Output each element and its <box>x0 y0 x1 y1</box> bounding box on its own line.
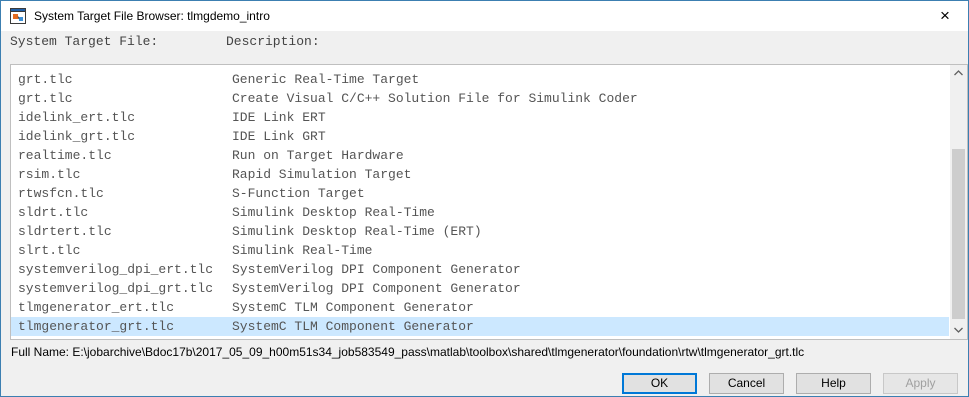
target-file-list[interactable]: grt.tlc Generic Real-Time Target grt.tlc Cr… <box>10 64 968 340</box>
list-item[interactable]: rsim.tlc Rapid Simulation Target <box>11 165 949 184</box>
list-item-description: IDE Link ERT <box>232 110 326 125</box>
list-item-file: rsim.tlc <box>18 167 81 182</box>
list-item-description: S-Function Target <box>232 186 365 201</box>
list-item-description: Simulink Real-Time <box>232 243 373 258</box>
list-item-description: Run on Target Hardware <box>232 148 404 163</box>
column-header-row: System Target File: Description: <box>10 31 968 53</box>
help-button[interactable]: Help <box>796 373 871 394</box>
list-item-file: tlmgenerator_ert.tlc <box>18 300 175 315</box>
scroll-up-button[interactable] <box>950 65 967 82</box>
window-title: System Target File Browser: tlmgdemo_int… <box>34 9 270 23</box>
list-item[interactable]: sldrt.tlc Simulink Desktop Real-Time <box>11 203 949 222</box>
full-name-path: Full Name: E:\jobarchive\Bdoc17b\2017_05… <box>11 345 805 359</box>
list-item[interactable]: idelink_grt.tlc IDE Link GRT <box>11 127 949 146</box>
list-item-selected[interactable]: tlmgenerator_grt.tlc SystemC TLM Componen… <box>11 317 949 336</box>
list-item-file: sldrtert.tlc <box>18 224 112 239</box>
target-file-rows: grt.tlc Generic Real-Time Target grt.tlc Cr… <box>11 70 949 336</box>
list-item-file: realtime.tlc <box>18 148 112 163</box>
list-item-description: SystemC TLM Component Generator <box>232 319 474 334</box>
list-item-file: slrt.tlc <box>18 243 81 258</box>
column-header-file: System Target File: <box>10 34 159 49</box>
list-item[interactable]: systemverilog_dpi_grt.tlc SystemVerilog D… <box>11 279 949 298</box>
list-item-description: Simulink Desktop Real-Time (ERT) <box>232 224 482 239</box>
list-item[interactable]: tlmgenerator_ert.tlc SystemC TLM Componen… <box>11 298 949 317</box>
list-item-file: idelink_grt.tlc <box>18 129 136 144</box>
list-item-file: systemverilog_dpi_ert.tlc <box>18 262 214 277</box>
system-target-file-browser-dialog: System Target File Browser: tlmgdemo_int… <box>0 0 969 397</box>
list-item-file: sldrt.tlc <box>18 205 89 220</box>
close-button[interactable]: × <box>922 1 968 31</box>
cancel-button[interactable]: Cancel <box>709 373 784 394</box>
chevron-up-icon <box>954 70 963 76</box>
list-item[interactable]: grt.tlc Generic Real-Time Target <box>11 70 949 89</box>
scroll-down-button[interactable] <box>950 322 967 339</box>
list-item[interactable]: idelink_ert.tlc IDE Link ERT <box>11 108 949 127</box>
list-item-file: grt.tlc <box>18 72 73 87</box>
list-item-description: Generic Real-Time Target <box>232 72 420 87</box>
list-item[interactable]: grt.tlc Create Visual C/C++ Solution File… <box>11 89 949 108</box>
list-item-description: Rapid Simulation Target <box>232 167 412 182</box>
ok-button[interactable]: OK <box>622 373 697 394</box>
column-header-description: Description: <box>226 34 320 49</box>
close-icon: × <box>940 6 950 25</box>
simulink-app-icon <box>10 8 26 24</box>
list-item-file: rtwsfcn.tlc <box>18 186 104 201</box>
list-item-description: SystemVerilog DPI Component Generator <box>232 262 521 277</box>
chevron-down-icon <box>954 327 963 333</box>
apply-button[interactable]: Apply <box>883 373 958 394</box>
list-item[interactable]: rtwsfcn.tlc S-Function Target <box>11 184 949 203</box>
scroll-thumb[interactable] <box>952 149 965 319</box>
list-item-file: grt.tlc <box>18 91 73 106</box>
list-item[interactable]: realtime.tlc Run on Target Hardware <box>11 146 949 165</box>
list-item-description: Create Visual C/C++ Solution File for Si… <box>232 91 638 106</box>
list-item[interactable]: sldrtert.tlc Simulink Desktop Real-Time (… <box>11 222 949 241</box>
list-item-description: Simulink Desktop Real-Time <box>232 205 435 220</box>
list-item-file: idelink_ert.tlc <box>18 110 136 125</box>
list-item[interactable]: systemverilog_dpi_ert.tlc SystemVerilog D… <box>11 260 949 279</box>
vertical-scrollbar[interactable] <box>950 65 967 339</box>
list-item-description: IDE Link GRT <box>232 129 326 144</box>
list-item-file: tlmgenerator_grt.tlc <box>18 319 175 334</box>
list-item-description: SystemVerilog DPI Component Generator <box>232 281 521 296</box>
title-bar[interactable]: System Target File Browser: tlmgdemo_int… <box>1 1 968 31</box>
list-item[interactable]: slrt.tlc Simulink Real-Time <box>11 241 949 260</box>
list-item-file: systemverilog_dpi_grt.tlc <box>18 281 214 296</box>
list-item-description: SystemC TLM Component Generator <box>232 300 474 315</box>
